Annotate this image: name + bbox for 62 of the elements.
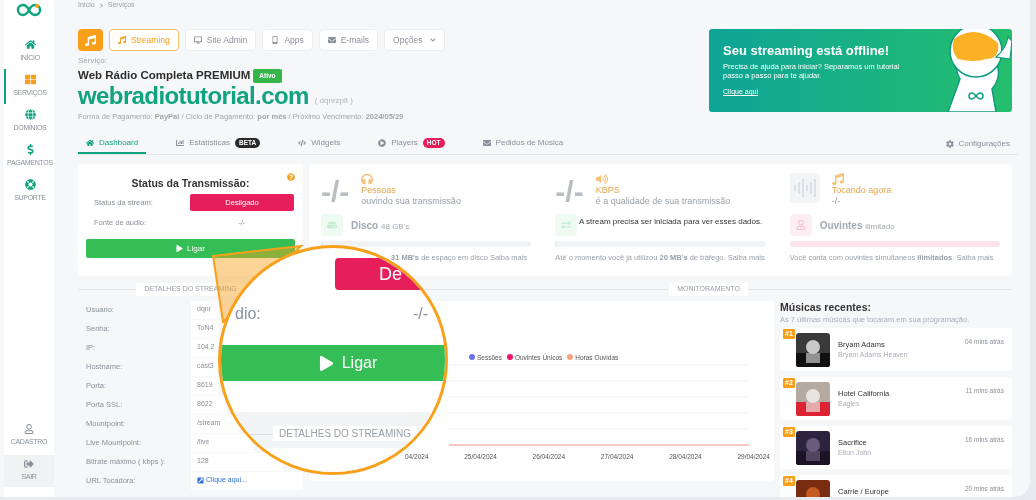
offline-message: A stream precisa ser iniciada para ver esses dados. bbox=[579, 215, 763, 228]
help-icon[interactable] bbox=[287, 172, 295, 181]
monitor-icon bbox=[193, 36, 202, 44]
service-login: ( dqnrzplt ) bbox=[314, 97, 353, 106]
external-link-icon bbox=[197, 477, 204, 484]
tab[interactable]: Pedidos de Música bbox=[474, 134, 572, 154]
service-plan: Web Rádio Completa PREMIUM bbox=[78, 68, 251, 83]
service-label: Serviço: bbox=[78, 57, 108, 65]
settings-icon bbox=[946, 140, 955, 148]
section-heading: DETALHES DO STREAMING bbox=[273, 426, 418, 441]
chart-icon bbox=[176, 139, 185, 147]
card-title: Status da Transmissão: bbox=[130, 175, 251, 191]
play-icon bbox=[176, 245, 184, 253]
field-label: dio: bbox=[235, 304, 261, 324]
user-icon bbox=[789, 214, 812, 236]
logo-icon bbox=[16, 3, 42, 17]
nav-button[interactable]: E-mails bbox=[318, 29, 379, 51]
banner-title: Seu streaming está offline! bbox=[723, 43, 891, 60]
tab[interactable]: Dashboard bbox=[78, 134, 147, 154]
transfer-icon bbox=[555, 214, 578, 236]
nav-button[interactable]: Apps bbox=[262, 29, 313, 51]
tab[interactable]: Widgets bbox=[290, 134, 349, 154]
globe-icon bbox=[24, 109, 36, 121]
stat-title: KBPS bbox=[595, 184, 621, 196]
home-icon bbox=[24, 39, 36, 51]
nav-button[interactable]: Streaming bbox=[109, 29, 179, 51]
code-icon bbox=[298, 139, 307, 147]
start-button[interactable]: Ligar bbox=[86, 239, 295, 259]
stat-value: -/- bbox=[321, 176, 350, 207]
home-icon bbox=[86, 139, 94, 147]
music-icon bbox=[78, 29, 103, 51]
settings-button[interactable]: Configurações bbox=[946, 138, 1010, 150]
music-icon bbox=[118, 36, 126, 44]
nav-button[interactable]: Site Admin bbox=[184, 29, 257, 51]
service-domain: webradiotutorial.com bbox=[78, 84, 309, 109]
nav-button[interactable]: Opções bbox=[384, 29, 446, 51]
stat-title: Tocando agora bbox=[831, 184, 892, 196]
logout-icon bbox=[24, 459, 34, 470]
headphones-icon bbox=[361, 172, 374, 185]
mail-icon bbox=[327, 36, 336, 44]
stat-title: Ouvintes ilimitado bbox=[819, 218, 895, 233]
music-icon bbox=[831, 172, 844, 185]
recent-title: Músicas recentes: bbox=[780, 300, 873, 314]
play-icon bbox=[318, 355, 334, 371]
phone-icon bbox=[271, 36, 280, 44]
grid-icon bbox=[24, 74, 36, 86]
start-button[interactable]: Ligar bbox=[221, 345, 445, 381]
speaker-icon bbox=[595, 172, 608, 185]
stat-title: Pessoas bbox=[361, 184, 397, 196]
lifebuoy-icon bbox=[24, 179, 36, 191]
stat-subtitle: ouvindo sua transmissão bbox=[361, 195, 461, 207]
field-value: -/- bbox=[413, 304, 429, 324]
chevron-icon bbox=[430, 37, 437, 43]
user-icon bbox=[24, 424, 34, 435]
stat-subtitle: é a qualidade de sua transmissão bbox=[595, 195, 731, 207]
stat-value: -/- bbox=[555, 176, 584, 207]
mail-icon bbox=[482, 139, 491, 147]
waveform-icon bbox=[789, 172, 820, 203]
play-icon bbox=[378, 139, 387, 147]
stat-title: Disco 48 GB's bbox=[351, 218, 410, 233]
chevron-icon bbox=[98, 2, 104, 8]
stat-subtitle: -/- bbox=[831, 195, 842, 207]
